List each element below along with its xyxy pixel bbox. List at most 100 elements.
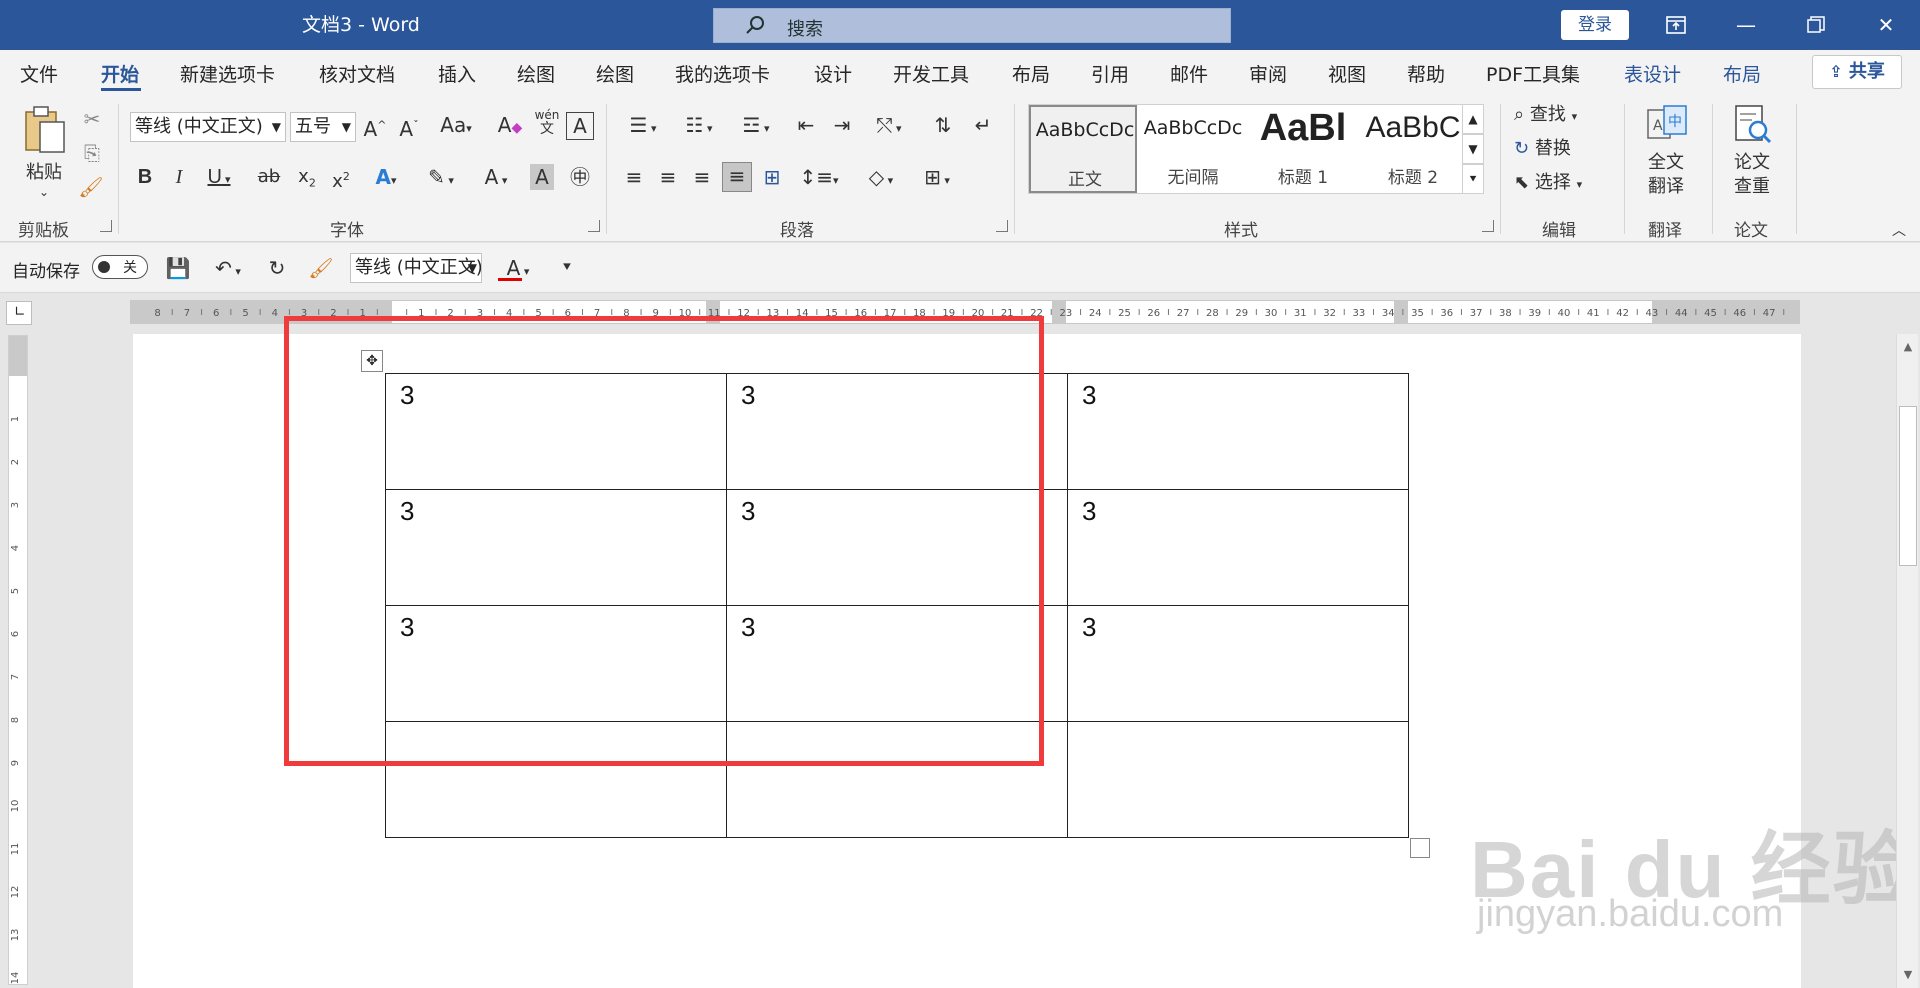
numbering-button[interactable]: ☷ ▾ xyxy=(676,112,722,142)
qat-font-combo[interactable]: 等线 (中文正文) ▼ xyxy=(350,253,482,283)
search-box[interactable]: 搜索 xyxy=(713,8,1231,43)
character-border-button[interactable]: A xyxy=(566,112,594,140)
font-color-button[interactable]: A ▾ xyxy=(474,164,518,194)
tab-my-tab[interactable]: 我的选项卡 xyxy=(675,60,770,87)
tab-mailings[interactable]: 邮件 xyxy=(1170,60,1208,87)
style-no-spacing[interactable]: AaBbCcDc 无间隔 xyxy=(1139,105,1247,193)
align-right-button[interactable]: ≡ xyxy=(688,164,716,190)
scroll-thumb[interactable] xyxy=(1899,406,1917,566)
table-cell[interactable]: 3 xyxy=(1067,373,1409,490)
text-effects-button[interactable]: A▾ xyxy=(366,164,406,194)
undo-button[interactable]: ↶ ▾ xyxy=(206,255,250,285)
line-spacing-button[interactable]: ↕≡▾ xyxy=(796,164,842,194)
ribbon-display-options-button[interactable] xyxy=(1648,0,1704,50)
format-painter-button[interactable]: 🖌 xyxy=(78,174,104,200)
tab-design[interactable]: 设计 xyxy=(814,60,852,87)
restore-button[interactable] xyxy=(1788,0,1844,50)
clipboard-launcher-icon[interactable] xyxy=(100,220,112,232)
show-hide-marks-button[interactable]: ↵ xyxy=(968,112,998,138)
phonetic-guide-button[interactable]: wén 文 xyxy=(532,108,562,136)
chinese-layout-button[interactable]: ⤲ ▾ xyxy=(866,112,912,142)
superscript-button[interactable]: x2 xyxy=(328,164,354,195)
style-heading-2[interactable]: AaBbC 标题 2 xyxy=(1359,105,1467,193)
table-resize-handle[interactable] xyxy=(1410,838,1430,858)
borders-button[interactable]: ⊞ ▾ xyxy=(914,164,960,194)
style-heading-1[interactable]: AaBl 标题 1 xyxy=(1249,105,1357,193)
justify-button[interactable]: ≡ xyxy=(722,162,752,192)
table-cell[interactable]: 3 xyxy=(1067,489,1409,606)
find-button[interactable]: ⌕ 查找 ▾ xyxy=(1514,102,1624,130)
tab-home[interactable]: 开始 xyxy=(101,60,139,87)
tab-layout[interactable]: 布局 xyxy=(1012,60,1050,87)
bullets-button[interactable]: ☰ ▾ xyxy=(620,112,666,142)
login-button[interactable]: 登录 xyxy=(1561,10,1629,40)
share-button[interactable]: ⇪ 共享 xyxy=(1812,55,1902,89)
bold-button[interactable]: B xyxy=(134,164,156,190)
table-cell[interactable] xyxy=(1067,721,1409,838)
align-center-button[interactable]: ≡ xyxy=(654,164,682,190)
strikethrough-button[interactable]: ab xyxy=(254,164,284,190)
shrink-font-button[interactable]: Aˇ xyxy=(396,112,422,142)
collapse-ribbon-button[interactable]: ︿ xyxy=(1886,218,1912,244)
style-normal[interactable]: AaBbCcDc 正文 xyxy=(1029,105,1137,193)
copy-button[interactable]: ⎘ xyxy=(80,140,104,166)
tab-references[interactable]: 引用 xyxy=(1091,60,1129,87)
change-case-button[interactable]: Aa▾ xyxy=(436,112,476,142)
tab-new-tab[interactable]: 新建选项卡 xyxy=(180,60,275,87)
qat-format-painter-button[interactable]: 🖌 xyxy=(306,255,336,281)
tab-draw-1[interactable]: 绘图 xyxy=(517,60,555,87)
styles-launcher-icon[interactable] xyxy=(1482,220,1494,232)
scroll-up-arrow[interactable]: ▲ xyxy=(1897,336,1919,358)
distributed-button[interactable]: ⊞ xyxy=(758,164,786,190)
tab-view[interactable]: 视图 xyxy=(1328,60,1366,87)
full-text-translate-button[interactable]: A中 全文 翻译 xyxy=(1636,104,1696,204)
tab-insert[interactable]: 插入 xyxy=(438,60,476,87)
vertical-scrollbar[interactable]: ▲ ▼ xyxy=(1896,334,1918,988)
tab-draw-2[interactable]: 绘图 xyxy=(596,60,634,87)
tab-pdf-tools[interactable]: PDF工具集 xyxy=(1486,60,1580,87)
redo-button[interactable]: ↻ xyxy=(262,255,292,281)
underline-button[interactable]: U ▾ xyxy=(202,164,236,193)
character-shading-button[interactable]: A xyxy=(530,164,554,190)
minimize-button[interactable]: — xyxy=(1718,0,1774,50)
save-button[interactable]: 💾 xyxy=(164,255,192,281)
shading-button[interactable]: ◇ ▾ xyxy=(858,164,904,194)
customize-qat-button[interactable]: ⯆ xyxy=(556,255,578,281)
paste-button[interactable]: 粘贴 ⌄ xyxy=(14,104,74,204)
vertical-ruler[interactable]: 1 2 3 4 5 6 7 8 9 10 11 12 13 14 xyxy=(8,335,28,985)
tab-developer[interactable]: 开发工具 xyxy=(893,60,969,87)
tab-file[interactable]: 文件 xyxy=(20,60,58,87)
gallery-scroll-up[interactable]: ▲ xyxy=(1462,104,1484,134)
font-name-combo[interactable]: 等线 (中文正文) ▼ xyxy=(130,112,286,142)
gallery-scroll-down[interactable]: ▼ xyxy=(1462,134,1484,164)
subscript-button[interactable]: x2 xyxy=(294,164,320,197)
close-button[interactable]: ✕ xyxy=(1858,0,1914,50)
paragraph-launcher-icon[interactable] xyxy=(996,220,1008,232)
font-size-combo[interactable]: 五号 ▼ xyxy=(290,112,356,142)
align-left-button[interactable]: ≡ xyxy=(620,164,648,190)
paper-check-button[interactable]: 论文 查重 xyxy=(1722,104,1782,204)
scroll-down-arrow[interactable]: ▼ xyxy=(1897,964,1919,986)
tab-selector[interactable]: ∟ xyxy=(6,301,32,325)
font-launcher-icon[interactable] xyxy=(588,220,600,232)
increase-indent-button[interactable]: ⇥ xyxy=(828,112,856,138)
multilevel-list-button[interactable]: ☲ ▾ xyxy=(732,112,780,142)
autosave-toggle[interactable]: 关 xyxy=(92,255,148,279)
sort-button[interactable]: ⇅ xyxy=(928,112,958,138)
tab-review[interactable]: 审阅 xyxy=(1249,60,1287,87)
gallery-more-button[interactable]: ⯆ xyxy=(1462,164,1484,194)
clear-formatting-button[interactable]: A◆ xyxy=(496,112,524,141)
replace-button[interactable]: ↻ 替换 xyxy=(1514,136,1624,162)
enclose-characters-button[interactable]: ㊥ xyxy=(566,164,594,190)
tab-help[interactable]: 帮助 xyxy=(1407,60,1445,87)
cut-button[interactable]: ✂ xyxy=(80,106,104,132)
grow-font-button[interactable]: A^ xyxy=(362,112,388,142)
italic-button[interactable]: I xyxy=(168,164,190,190)
tab-table-design[interactable]: 表设计 xyxy=(1624,60,1681,87)
table-cell[interactable]: 3 xyxy=(1067,605,1409,722)
tab-table-layout[interactable]: 布局 xyxy=(1723,60,1761,87)
decrease-indent-button[interactable]: ⇤ xyxy=(792,112,820,138)
select-button[interactable]: ⬉ 选择 ▾ xyxy=(1514,170,1624,198)
tab-check-document[interactable]: 核对文档 xyxy=(319,60,395,87)
highlight-color-button[interactable]: ✎ ▾ xyxy=(418,164,464,194)
